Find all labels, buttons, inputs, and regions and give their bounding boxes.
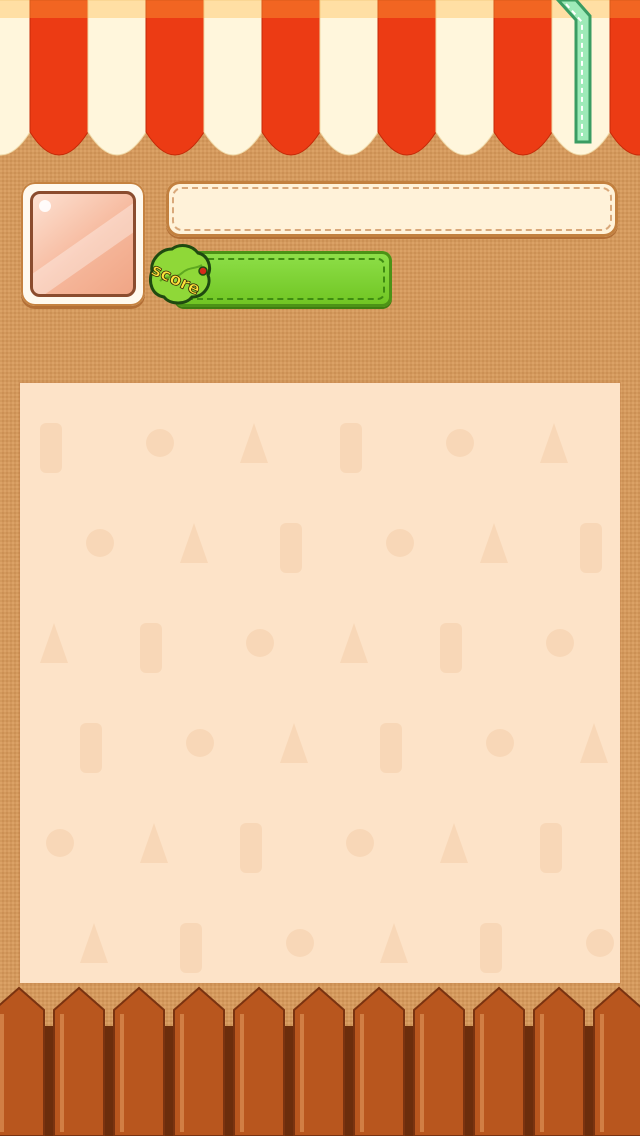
board-pattern-shape (580, 723, 608, 763)
board-pattern-shape (180, 923, 202, 973)
board-pattern-shape (280, 523, 302, 573)
board-pattern-shape (380, 723, 402, 773)
board-pattern-shape (340, 423, 362, 473)
board-pattern-shape (140, 823, 168, 863)
fence-slat (0, 986, 45, 1136)
board-pattern-shape (386, 529, 414, 557)
awning-stripe (319, 0, 379, 156)
board-pattern-shape (486, 729, 514, 757)
board-pattern-shape (186, 729, 214, 757)
board-pattern-shape (180, 523, 208, 563)
awning-stripe (261, 0, 321, 156)
awning-top-band (0, 0, 640, 18)
portrait-shine (39, 200, 51, 212)
awning-stripe (87, 0, 147, 156)
awning-decoration (0, 0, 640, 156)
portrait-frame-icon (30, 191, 136, 297)
board-pattern-shape (46, 829, 74, 857)
board-pattern-shape (540, 423, 568, 463)
board-pattern-shape (346, 829, 374, 857)
awning-stripe (29, 0, 89, 156)
awning-stripe (377, 0, 437, 156)
leaf-score-badge-icon: score (147, 244, 212, 305)
board-pattern-shape (586, 929, 614, 957)
board-pattern-shape (446, 429, 474, 457)
wooden-fence (0, 986, 640, 1136)
board-pattern-shape (340, 623, 368, 663)
board-pattern-shape (540, 823, 562, 873)
board-pattern-shape (280, 723, 308, 763)
board-pattern-shape (40, 623, 68, 663)
awning-stripe (435, 0, 495, 156)
board-pattern-shape (246, 629, 274, 657)
board-pattern-shape (86, 529, 114, 557)
board-pattern-shape (146, 429, 174, 457)
board-pattern-shape (40, 423, 62, 473)
board-pattern-shape (440, 623, 462, 673)
awning-stripe (145, 0, 205, 156)
awning-stripe (0, 0, 31, 156)
awning-stripe (493, 0, 553, 156)
board-pattern (40, 423, 614, 973)
board-pattern-shape (286, 929, 314, 957)
awning-stripe (203, 0, 263, 156)
player-portrait[interactable] (21, 182, 145, 306)
board-pattern-shape (480, 923, 502, 973)
board-pattern-shape (80, 923, 108, 963)
board-pattern-shape (240, 823, 262, 873)
board-pattern-shape (580, 523, 602, 573)
board-pattern-shape (440, 823, 468, 863)
player-name-bar (166, 181, 618, 237)
board-pattern-shape (240, 423, 268, 463)
straw-icon (555, 0, 592, 144)
board-pattern-shape (480, 523, 508, 563)
board-pattern-shape (546, 629, 574, 657)
board-pattern-shape (380, 923, 408, 963)
play-board[interactable] (20, 383, 620, 983)
board-pattern-shape (80, 723, 102, 773)
board-pattern-shape (140, 623, 162, 673)
awning-stripe (609, 0, 640, 156)
name-bar-stitch (172, 187, 612, 231)
